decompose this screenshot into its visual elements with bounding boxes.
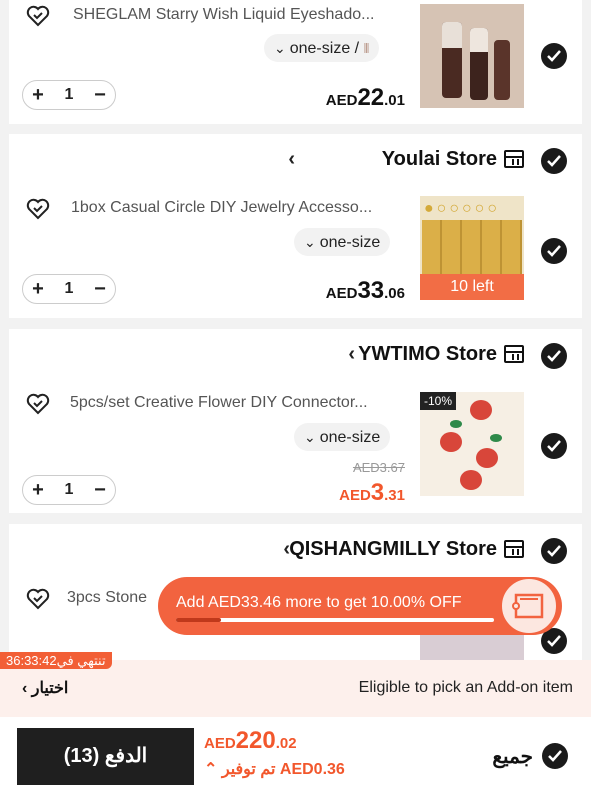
store-select-checkbox[interactable] <box>541 148 567 174</box>
variant-selector[interactable]: ⌄ one-size <box>294 423 391 451</box>
item-price: AED33.06 <box>325 277 405 304</box>
quantity-stepper[interactable]: + 1 − <box>22 80 116 110</box>
item-title[interactable]: 5pcs/set Creative Flower DIY Connector..… <box>70 394 410 412</box>
chevron-left-icon: ‹ <box>348 343 355 365</box>
item-select-checkbox[interactable] <box>541 238 567 264</box>
checkout-bar: الدفع (13) AED220.02 ⌃ تم توفير AED0.36 … <box>0 717 591 789</box>
chevron-down-icon: ⌄ <box>304 429 316 445</box>
item-title[interactable]: 1box Casual Circle DIY Jewelry Accesso..… <box>71 199 411 217</box>
increase-button[interactable]: + <box>23 81 53 109</box>
original-price: AED3.67 <box>352 460 405 475</box>
coupon-icon <box>500 577 558 635</box>
store-header[interactable]: ‹ YWTIMO Store <box>9 329 582 377</box>
item-title[interactable]: 3pcs Stone <box>67 589 167 607</box>
item-price: AED3.31 <box>339 479 405 506</box>
cart-total: AED220.02 <box>204 727 297 754</box>
savings-toggle[interactable]: ⌃ تم توفير AED0.36 <box>204 759 345 779</box>
store-header[interactable]: ‹ Youlai Store <box>9 134 582 182</box>
increase-button[interactable]: + <box>23 476 53 504</box>
stock-label: 10 left <box>420 274 524 300</box>
chevron-left-icon: ‹ <box>288 148 295 170</box>
quantity-value: 1 <box>64 481 74 498</box>
product-image[interactable]: ●○○○○○ 10 left <box>420 196 524 300</box>
store-icon <box>504 345 524 363</box>
promo-progress-fill <box>176 618 221 622</box>
quantity-value: 1 <box>64 86 74 103</box>
store-select-checkbox[interactable] <box>541 343 567 369</box>
store-card: ‹ Youlai Store 1box Casual Circle DIY Je… <box>9 134 582 318</box>
item-select-checkbox[interactable] <box>541 433 567 459</box>
color-swatch-icon: ⦀ <box>363 41 370 56</box>
item-price: AED22.01 <box>325 84 405 111</box>
checkout-button[interactable]: الدفع (13) <box>17 728 194 785</box>
store-icon <box>504 540 524 558</box>
store-select-checkbox[interactable] <box>541 538 567 564</box>
store-card: ‹ YWTIMO Store 5pcs/set Creative Flower … <box>9 329 582 513</box>
choose-addon-link[interactable]: ‹ اختيار <box>22 678 68 698</box>
item-select-checkbox[interactable] <box>541 43 567 69</box>
chevron-left-icon: ‹ <box>22 680 28 697</box>
decrease-button[interactable]: − <box>85 476 115 504</box>
wishlist-heart-icon[interactable] <box>26 393 50 415</box>
cart-item-card: SHEGLAM Starry Wish Liquid Eyeshado... ⌄… <box>9 0 582 124</box>
store-name[interactable]: Youlai Store <box>382 148 497 171</box>
product-image[interactable] <box>420 4 524 108</box>
countdown-timer: تنتهي في36:33:42 <box>0 652 112 669</box>
promo-progress-bar <box>176 618 494 622</box>
quantity-stepper[interactable]: + 1 − <box>22 274 116 304</box>
select-all-checkbox[interactable] <box>542 743 568 769</box>
decrease-button[interactable]: − <box>85 275 115 303</box>
chevron-up-icon: ⌃ <box>204 761 218 778</box>
store-icon <box>504 150 524 168</box>
wishlist-heart-icon[interactable] <box>26 198 50 220</box>
select-all-label: جميع <box>492 746 533 768</box>
item-title[interactable]: SHEGLAM Starry Wish Liquid Eyeshado... <box>73 6 413 24</box>
variant-selector[interactable]: ⌄ one-size / ⦀ <box>264 34 380 62</box>
wishlist-heart-icon[interactable] <box>26 5 50 27</box>
increase-button[interactable]: + <box>23 275 53 303</box>
chevron-down-icon: ⌄ <box>304 234 316 250</box>
decrease-button[interactable]: − <box>85 81 115 109</box>
discount-promo-banner[interactable]: Add AED33.46 more to get 10.00% OFF <box>158 577 562 635</box>
wishlist-heart-icon[interactable] <box>26 588 50 610</box>
promo-text: Add AED33.46 more to get 10.00% OFF <box>176 594 462 611</box>
quantity-value: 1 <box>64 280 74 297</box>
chevron-down-icon: ⌄ <box>274 40 286 56</box>
quantity-stepper[interactable]: + 1 − <box>22 475 116 505</box>
variant-selector[interactable]: ⌄ one-size <box>294 228 391 256</box>
store-header[interactable]: ‹ QISHANGMILLY Store <box>9 524 582 572</box>
store-name[interactable]: YWTIMO Store <box>358 343 497 366</box>
addon-text: Eligible to pick an Add-on item <box>358 679 573 696</box>
discount-badge: -10% <box>420 392 457 410</box>
store-name[interactable]: QISHANGMILLY Store <box>289 538 497 561</box>
product-image[interactable]: -10% <box>420 392 524 496</box>
